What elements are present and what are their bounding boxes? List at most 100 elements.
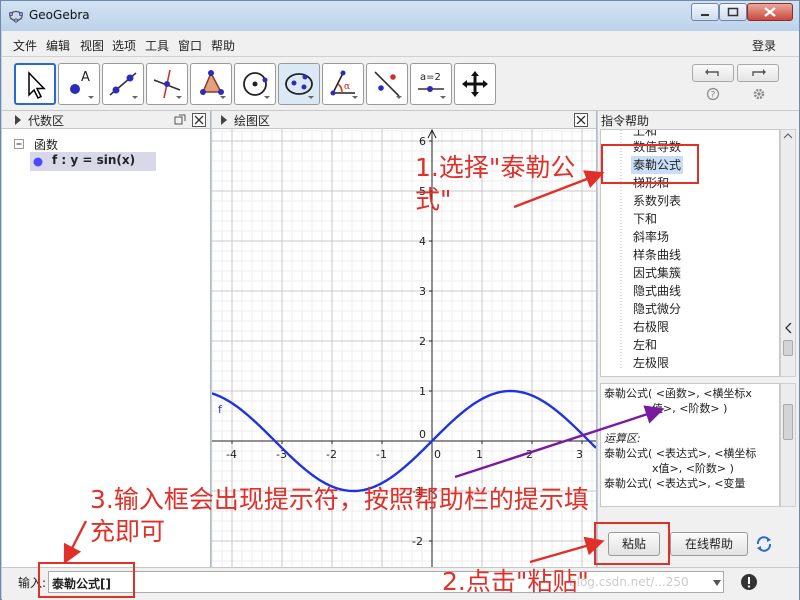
highlight-box-command	[601, 144, 699, 184]
x-tick-label: -4	[226, 448, 237, 461]
y-tick-label: 6	[419, 135, 426, 148]
command-item[interactable]: 斜率场	[633, 228, 669, 246]
angle-icon: α	[330, 70, 358, 99]
command-item[interactable]: 样条曲线	[633, 246, 681, 264]
tool-ellipse[interactable]	[278, 63, 320, 105]
redo-button[interactable]	[737, 64, 779, 82]
settings-gear-icon[interactable]	[752, 87, 766, 101]
function-definition: f : y = sin(x)	[52, 153, 136, 167]
maximize-button[interactable]	[719, 3, 747, 21]
tool-move[interactable]	[14, 63, 56, 105]
online-help-button[interactable]: 在线帮助	[670, 532, 748, 556]
x-tick-label: -1	[376, 448, 387, 461]
tool-point[interactable]: A	[58, 63, 100, 105]
arrow-pointer-icon	[28, 71, 46, 100]
undo-icon	[705, 69, 719, 76]
tool-move-view[interactable]	[454, 63, 496, 105]
circle-icon	[243, 72, 270, 99]
close-window-button[interactable]	[747, 3, 793, 21]
toolbar: A α a=2 ?	[2, 57, 799, 111]
tool-polygon[interactable]	[190, 63, 232, 105]
y-tick-label: 2	[419, 335, 426, 348]
highlight-box-input	[38, 562, 135, 598]
line-icon	[109, 72, 138, 99]
syntax-help: 泰勒公式( <函数>, <横坐标x 值>, <阶数> ) 运算区: 泰勒公式( …	[600, 383, 780, 507]
svg-text:?: ?	[711, 91, 716, 101]
undock-icon[interactable]	[174, 114, 186, 126]
command-item[interactable]: 隐式曲线	[633, 282, 681, 300]
syntax-line: 值>, <阶数> )	[652, 402, 728, 415]
algebra-item-f[interactable]: f : y = sin(x)	[30, 152, 156, 171]
x-tick-label: 1	[476, 448, 483, 461]
annotation-step1: 1.选择"泰勒公式"	[415, 153, 576, 214]
command-item[interactable]: 左极限	[633, 354, 669, 372]
command-item[interactable]: 右极限	[633, 318, 669, 336]
help-icon[interactable]: ?	[706, 87, 720, 101]
menu-help[interactable]: 帮助	[211, 37, 235, 54]
graphics-view-header: 绘图区	[212, 111, 596, 129]
panel-toggle-icon[interactable]	[14, 115, 22, 125]
x-tick-label: 0	[434, 448, 441, 461]
input-field[interactable]: 泰勒公式[] blog.csdn.net/...250	[48, 571, 724, 593]
menu-bar: 文件 编辑 视图 选项 工具 窗口 帮助 登录	[2, 31, 799, 57]
command-item[interactable]: 系数列表	[633, 192, 681, 210]
move-graphics-view-icon	[462, 71, 488, 97]
tool-slider[interactable]: a=2	[410, 63, 452, 105]
y-tick-label: 1	[419, 385, 426, 398]
y-tick-label: 3	[419, 285, 426, 298]
login-link[interactable]: 登录	[752, 37, 776, 54]
close-panel-icon[interactable]	[574, 113, 588, 127]
svg-text:a=2: a=2	[420, 72, 441, 83]
refresh-icon[interactable]	[754, 534, 774, 554]
command-item[interactable]: 因式集簇	[633, 264, 681, 282]
menu-options[interactable]: 选项	[112, 37, 136, 54]
tool-line[interactable]	[102, 63, 144, 105]
title-bar: GeoGebra	[1, 1, 799, 31]
minimize-icon	[701, 14, 709, 16]
geogebra-logo-icon	[9, 10, 23, 23]
y-tick-label: 4	[419, 235, 426, 248]
tool-reflect[interactable]	[366, 63, 408, 105]
polygon-icon	[200, 70, 226, 99]
collapse-icon[interactable]	[14, 139, 24, 149]
window-title: GeoGebra	[29, 8, 90, 22]
command-item[interactable]: 隐式微分	[633, 300, 681, 318]
syntax-line: 运算区:	[604, 432, 641, 445]
scrollbar-thumb[interactable]	[783, 340, 793, 356]
alert-icon[interactable]	[740, 573, 758, 591]
panel-toggle-icon[interactable]	[220, 115, 228, 125]
chevron-down-icon[interactable]	[713, 579, 721, 587]
menu-tools[interactable]: 工具	[145, 37, 169, 54]
syntax-line: 泰勒公式( <函数>, <横坐标x	[604, 387, 752, 400]
menu-edit[interactable]: 编辑	[46, 37, 70, 54]
menu-file[interactable]: 文件	[13, 37, 37, 54]
tool-angle[interactable]: α	[322, 63, 364, 105]
syntax-scrollbar[interactable]	[780, 383, 796, 507]
side-collapse-icon[interactable]	[784, 321, 794, 335]
annotation-step3: 3.输入框会出现提示符，按照帮助栏的提示填充即可	[90, 485, 589, 546]
slider-icon: a=2	[418, 72, 446, 99]
menu-view[interactable]: 视图	[80, 37, 104, 54]
command-item[interactable]: 下和	[633, 210, 657, 228]
scroll-up-icon	[783, 133, 793, 139]
command-list-scrollbar[interactable]	[780, 129, 796, 377]
syntax-line	[604, 416, 776, 431]
command-item[interactable]: 左和	[633, 336, 657, 354]
visibility-dot-icon[interactable]	[33, 157, 43, 167]
scrollbar-thumb[interactable]	[783, 404, 793, 440]
svg-text:α: α	[344, 82, 350, 92]
undo-button[interactable]	[692, 64, 734, 82]
point-icon: A	[70, 70, 94, 99]
redo-icon	[752, 69, 766, 76]
syntax-line: 泰勒公式( <表达式>, <横坐标	[604, 447, 757, 460]
menu-window[interactable]: 窗口	[178, 37, 202, 54]
perpendicular-line-icon	[153, 69, 182, 99]
tool-perpendicular[interactable]	[146, 63, 188, 105]
tool-circle[interactable]	[234, 63, 276, 105]
x-tick-label: 3	[576, 448, 583, 461]
close-panel-icon[interactable]	[192, 113, 206, 127]
svg-text:A: A	[81, 70, 90, 85]
maximize-icon	[727, 7, 739, 17]
reflect-icon	[374, 71, 402, 99]
minimize-button[interactable]	[691, 3, 719, 21]
